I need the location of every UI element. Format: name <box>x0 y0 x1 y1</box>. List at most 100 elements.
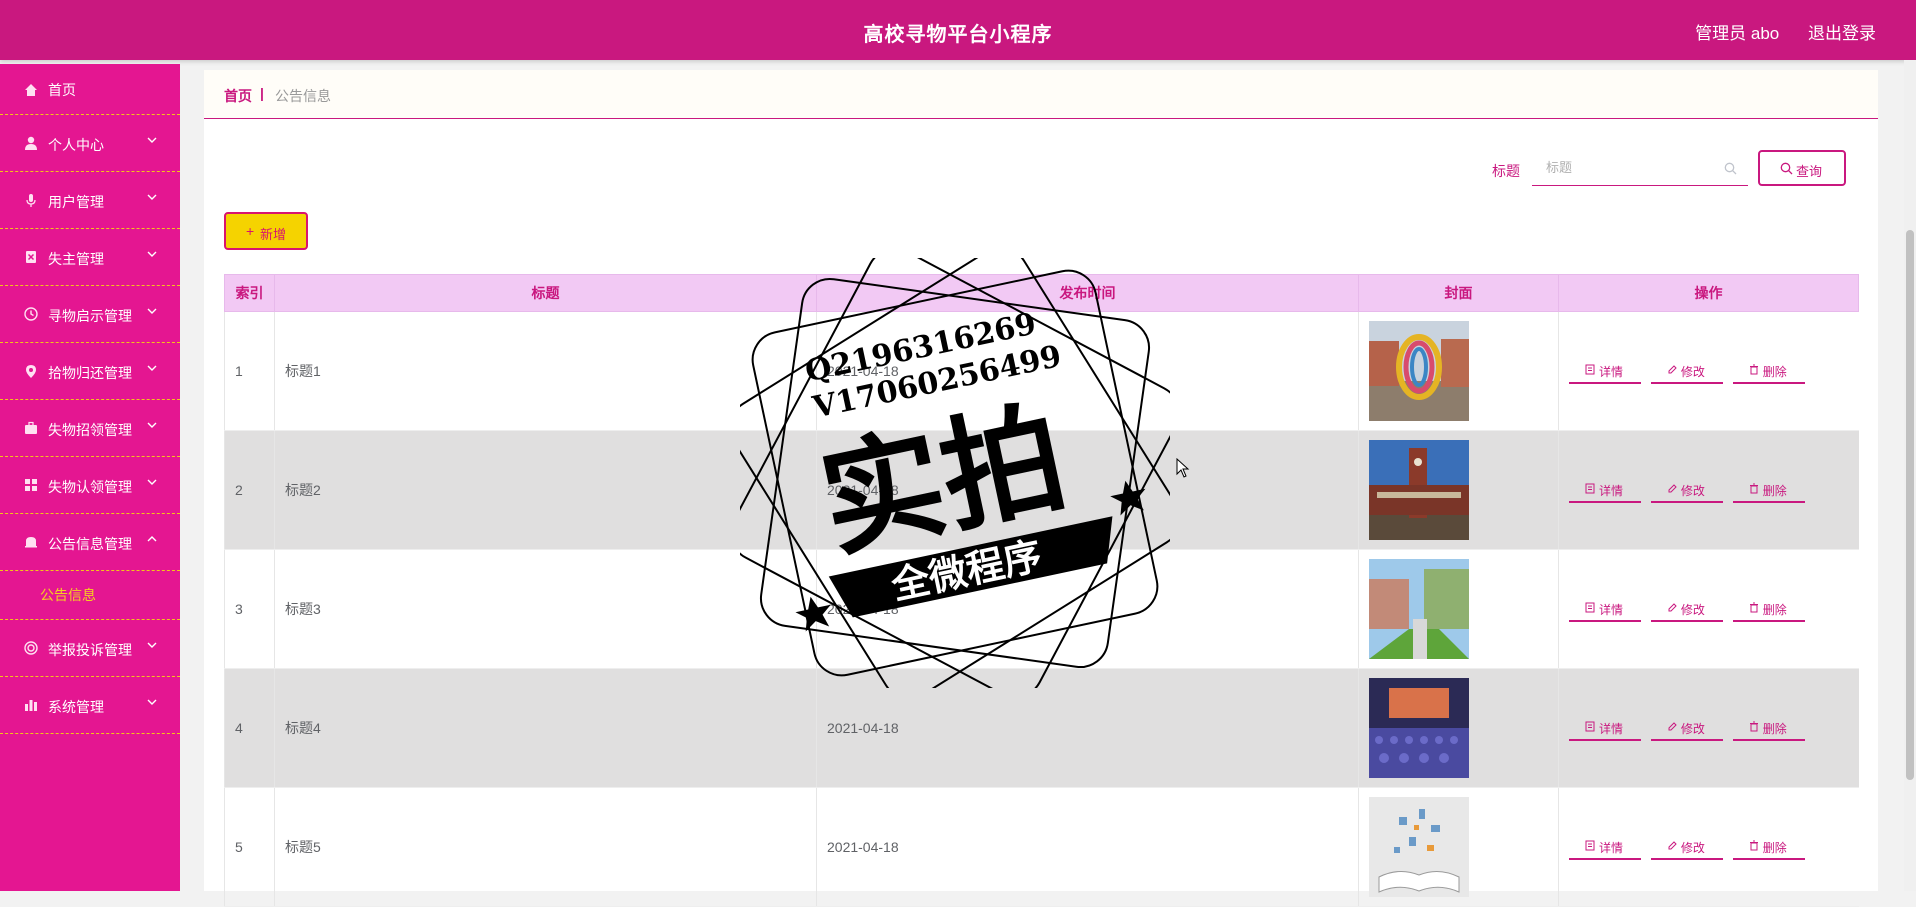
edit-button[interactable]: 修改 <box>1650 832 1723 860</box>
edit-button[interactable]: 修改 <box>1650 713 1723 741</box>
row-actions: 详情 修改 删除 <box>1558 668 1859 788</box>
edit-label: 修改 <box>1680 840 1705 855</box>
sidebar-item-found-return[interactable]: 拾物归还管理 <box>0 343 180 400</box>
admin-user[interactable]: 管理员 abo <box>1695 24 1779 43</box>
column-header-actions: 操作 <box>1558 274 1859 312</box>
pencil-icon <box>1668 840 1677 849</box>
sidebar-item-lost-found[interactable]: 失物招领管理 <box>0 400 180 457</box>
add-button-label: 新增 <box>260 227 287 242</box>
sidebar-subitem-announcement-info[interactable]: 公告信息 <box>0 571 180 620</box>
row-index: 5 <box>224 787 275 907</box>
microphone-icon <box>26 194 36 207</box>
document-icon <box>1585 602 1595 612</box>
chevron-down-icon <box>147 642 157 648</box>
delete-label: 删除 <box>1762 483 1787 498</box>
location-icon <box>26 365 36 378</box>
search-icon <box>1724 162 1737 175</box>
row-title: 标题2 <box>274 430 817 550</box>
column-header-title: 标题 <box>274 274 817 312</box>
query-button-label: 查询 <box>1796 164 1823 179</box>
add-button[interactable]: + 新增 <box>224 212 308 250</box>
detail-label: 详情 <box>1599 364 1624 379</box>
sidebar-item-home[interactable]: 首页 <box>0 64 180 115</box>
breadcrumb-separator: | <box>260 85 264 101</box>
scrollbar-thumb[interactable] <box>1906 230 1914 780</box>
sidebar-item-lost-notice[interactable]: 寻物启示管理 <box>0 286 180 343</box>
detail-button[interactable]: 详情 <box>1569 832 1641 860</box>
sidebar-item-complaint-management[interactable]: 举报投诉管理 <box>0 620 180 677</box>
page-scrollbar[interactable] <box>1904 60 1916 891</box>
sidebar-item-label: 公告信息管理 <box>48 536 132 552</box>
row-actions: 详情 修改 删除 <box>1558 311 1859 431</box>
sidebar-item-label: 个人中心 <box>48 137 104 153</box>
cover-image[interactable] <box>1369 321 1469 421</box>
chevron-down-icon <box>147 194 157 200</box>
top-bar: 高校寻物平台小程序 管理员 abo 退出登录 <box>0 0 1916 60</box>
delete-button[interactable]: 删除 <box>1732 356 1805 384</box>
breadcrumb: 首页 | 公告信息 <box>204 70 1878 119</box>
clock-icon <box>24 307 38 321</box>
sidebar-item-label: 拾物归还管理 <box>48 365 132 381</box>
cover-image[interactable] <box>1369 797 1469 897</box>
document-icon <box>1585 483 1595 493</box>
sidebar-item-lost-claim[interactable]: 失物认领管理 <box>0 457 180 514</box>
detail-button[interactable]: 详情 <box>1569 356 1641 384</box>
document-icon <box>1585 721 1595 731</box>
delete-label: 删除 <box>1762 364 1787 379</box>
row-cover-cell <box>1358 787 1559 907</box>
row-title: 标题1 <box>274 311 817 431</box>
detail-button[interactable]: 详情 <box>1569 475 1641 503</box>
sidebar-subitem-label: 公告信息 <box>40 587 96 603</box>
search-input[interactable] <box>1532 150 1748 186</box>
row-actions: 详情 修改 删除 <box>1558 787 1859 907</box>
cover-image[interactable] <box>1369 678 1469 778</box>
search-label: 标题 <box>1492 163 1520 179</box>
delete-button[interactable]: 删除 <box>1732 713 1805 741</box>
edit-button[interactable]: 修改 <box>1650 475 1723 503</box>
pencil-icon <box>1668 364 1677 373</box>
sidebar-item-owner-management[interactable]: 失主管理 <box>0 229 180 286</box>
query-button[interactable]: 查询 <box>1758 150 1846 186</box>
detail-button[interactable]: 详情 <box>1569 594 1641 622</box>
chart-icon <box>25 700 37 711</box>
app-title: 高校寻物平台小程序 <box>863 24 1053 46</box>
sidebar-item-user-management[interactable]: 用户管理 <box>0 172 180 229</box>
delete-icon <box>26 251 36 263</box>
chevron-down-icon <box>147 699 157 705</box>
edit-button[interactable]: 修改 <box>1650 356 1723 384</box>
row-cover-cell <box>1358 311 1559 431</box>
delete-button[interactable]: 删除 <box>1732 832 1805 860</box>
sidebar-item-system-management[interactable]: 系统管理 <box>0 677 180 734</box>
logout-link[interactable]: 退出登录 <box>1808 24 1876 43</box>
cover-image[interactable] <box>1369 559 1469 659</box>
top-right-area: 管理员 abo 退出登录 <box>1671 19 1876 44</box>
search-icon <box>1780 162 1793 175</box>
sidebar-item-label: 失主管理 <box>48 251 104 267</box>
trash-icon <box>1749 483 1758 493</box>
edit-label: 修改 <box>1680 483 1705 498</box>
cover-image[interactable] <box>1369 440 1469 540</box>
delete-button[interactable]: 删除 <box>1732 594 1805 622</box>
trash-icon <box>1749 602 1758 612</box>
breadcrumb-home[interactable]: 首页 <box>224 86 252 106</box>
column-header-index: 索引 <box>224 274 275 312</box>
detail-label: 详情 <box>1599 602 1624 617</box>
row-title: 标题4 <box>274 668 817 788</box>
row-index: 2 <box>224 430 275 550</box>
row-date: 2021-04-18 <box>816 787 1359 907</box>
sidebar-item-announcement-management[interactable]: 公告信息管理 <box>0 514 180 571</box>
home-icon <box>25 84 37 96</box>
sidebar-item-personal-center[interactable]: 个人中心 <box>0 115 180 172</box>
edit-button[interactable]: 修改 <box>1650 594 1723 622</box>
row-cover-cell <box>1358 430 1559 550</box>
sidebar-item-label: 系统管理 <box>48 699 104 715</box>
detail-button[interactable]: 详情 <box>1569 713 1641 741</box>
chevron-down-icon <box>147 137 157 143</box>
sidebar-item-label: 举报投诉管理 <box>48 642 132 658</box>
column-header-cover: 封面 <box>1358 274 1559 312</box>
document-icon <box>1585 364 1595 374</box>
delete-label: 删除 <box>1762 840 1787 855</box>
delete-button[interactable]: 删除 <box>1732 475 1805 503</box>
detail-label: 详情 <box>1599 721 1624 736</box>
watermark-stamp: Q2196316269 V17060256499 实拍 全微程序 <box>740 258 1170 688</box>
